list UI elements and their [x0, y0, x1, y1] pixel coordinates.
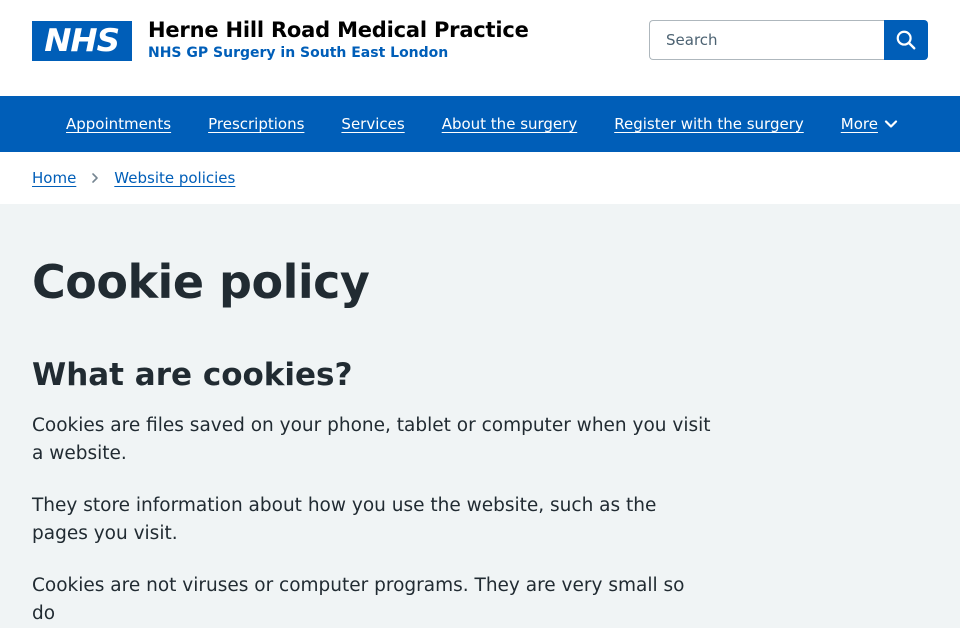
search-form — [649, 20, 928, 60]
primary-navigation: Appointments Prescriptions Services Abou… — [0, 96, 960, 152]
chevron-right-icon — [90, 172, 100, 184]
paragraph: Cookies are not viruses or computer prog… — [32, 575, 685, 624]
organisation-name: Herne Hill Road Medical Practice — [148, 18, 529, 42]
breadcrumb-home-link[interactable]: Home — [32, 169, 76, 187]
nhs-logo-text: NHS — [44, 23, 121, 59]
organisation-name-block: Herne Hill Road Medical Practice NHS GP … — [148, 16, 529, 62]
home-logo-link[interactable]: NHS Herne Hill Road Medical Practice NHS… — [32, 18, 529, 62]
search-input[interactable] — [649, 20, 884, 60]
chevron-down-icon — [884, 120, 898, 128]
nhs-logo: NHS — [32, 21, 132, 61]
paragraph: Cookies are files saved on your phone, t… — [32, 415, 711, 464]
paragraph: They store information about how you use… — [32, 495, 657, 544]
search-button[interactable] — [884, 20, 928, 60]
nav-item-services[interactable]: Services — [341, 115, 404, 133]
nav-more-label: More — [840, 115, 878, 133]
search-icon — [896, 30, 916, 50]
breadcrumb-website-policies-link[interactable]: Website policies — [114, 169, 235, 187]
page-title: Cookie policy — [32, 255, 370, 309]
nav-more-button[interactable]: More — [841, 115, 898, 133]
site-header: NHS Herne Hill Road Medical Practice NHS… — [0, 0, 960, 96]
organisation-description: NHS GP Surgery in South East London — [148, 45, 449, 61]
nav-item-about-the-surgery[interactable]: About the surgery — [442, 115, 578, 133]
breadcrumb: Home Website policies — [0, 152, 960, 204]
nav-item-register[interactable]: Register with the surgery — [614, 115, 804, 133]
nav-item-appointments[interactable]: Appointments — [66, 115, 171, 133]
nav-item-prescriptions[interactable]: Prescriptions — [208, 115, 304, 133]
section-heading: What are cookies? — [32, 357, 353, 393]
main-content: Cookie policy What are cookies? Cookies … — [0, 204, 960, 628]
